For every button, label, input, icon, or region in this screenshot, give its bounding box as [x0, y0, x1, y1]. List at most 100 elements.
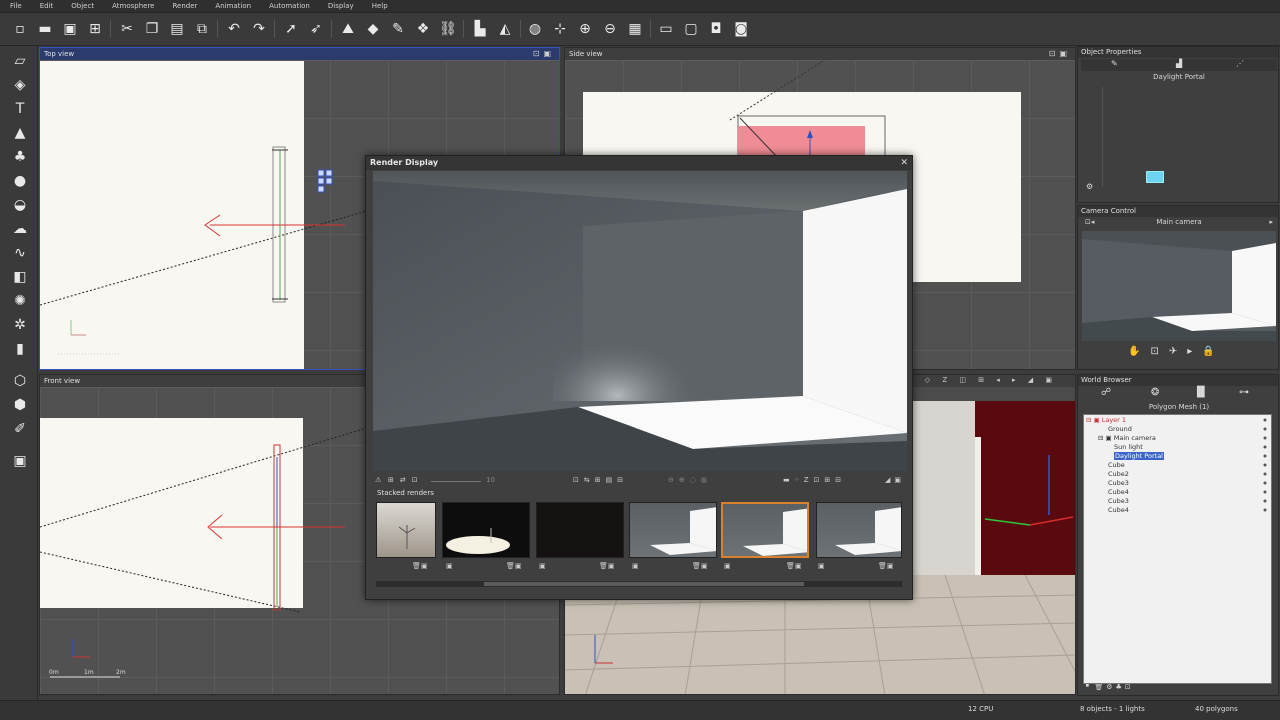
camera-selector[interactable]: ⊡◂ Main camera ▸: [1081, 218, 1277, 229]
save-icon[interactable]: ▣: [60, 19, 80, 39]
menu-help[interactable]: Help: [372, 2, 388, 10]
boolean-icon[interactable]: ⬡: [10, 371, 30, 391]
snap-icon[interactable]: ⊹: [550, 19, 570, 39]
menu-edit[interactable]: Edit: [40, 2, 54, 10]
rock-icon[interactable]: ●: [10, 171, 30, 191]
cut-icon[interactable]: ✂: [117, 19, 137, 39]
brush-icon[interactable]: ✐: [10, 419, 30, 439]
zoom-in-icon[interactable]: ⊕: [575, 19, 595, 39]
render-tools-icons[interactable]: ⊞⇄⊡: [388, 476, 424, 484]
terrain-icon[interactable]: ⛰: [338, 19, 358, 39]
tree-item[interactable]: Ground: [1108, 425, 1132, 433]
stacked-render-thumbnail[interactable]: [376, 502, 436, 558]
tree-item[interactable]: Cube3: [1108, 497, 1129, 505]
text-icon[interactable]: T: [10, 99, 30, 119]
objects-tab-icon[interactable]: ☍: [1101, 387, 1111, 398]
zoom-out-icon[interactable]: ⊖: [600, 19, 620, 39]
menu-file[interactable]: File: [10, 2, 22, 10]
redo-icon[interactable]: ↷: [249, 19, 269, 39]
thumbnail-delete-icon[interactable]: 🗑▣: [878, 562, 894, 572]
render-zoom-icons[interactable]: ⊖⊕◌◍: [668, 476, 712, 484]
animation-tab-icon[interactable]: ⋰: [1236, 59, 1244, 68]
viewport-controls-icon[interactable]: ⊡▣: [533, 48, 555, 60]
stacked-render-thumbnail[interactable]: [536, 502, 624, 558]
tree-item-selected[interactable]: Daylight Portal: [1114, 452, 1164, 460]
tree-item[interactable]: Cube: [1108, 461, 1125, 469]
close-icon[interactable]: ✕: [900, 156, 908, 170]
terrain-tool-icon[interactable]: ▲: [10, 123, 30, 143]
menu-object[interactable]: Object: [71, 2, 94, 10]
render-options-icons[interactable]: ◢▣: [885, 476, 905, 484]
menu-display[interactable]: Display: [328, 2, 354, 10]
scrollbar-thumb[interactable]: [484, 582, 804, 586]
menu-atmosphere[interactable]: Atmosphere: [112, 2, 154, 10]
tree-item[interactable]: Cube3: [1108, 479, 1129, 487]
object-icon[interactable]: ◆: [363, 19, 383, 39]
image-plane-icon[interactable]: ▮: [10, 339, 30, 359]
thumbnail-scrollbar[interactable]: [376, 581, 902, 587]
thumbnail-options-icon[interactable]: ▣: [724, 562, 731, 572]
tree-item[interactable]: Cube4: [1108, 506, 1129, 514]
next-camera-icon[interactable]: ▸: [1269, 218, 1273, 226]
camera-snapshot-icon[interactable]: ◙: [731, 19, 751, 39]
sphere-icon[interactable]: ◒: [10, 195, 30, 215]
settings-icon[interactable]: ⚙: [1086, 182, 1093, 191]
copy-icon[interactable]: ❐: [142, 19, 162, 39]
thumbnail-options-icon[interactable]: ▣: [446, 562, 453, 572]
light-icon[interactable]: ✺: [10, 291, 30, 311]
menu-animation[interactable]: Animation: [215, 2, 251, 10]
align-icon[interactable]: ▙: [470, 19, 490, 39]
thumbnail-delete-icon[interactable]: 🗑▣: [786, 562, 802, 572]
warning-icon[interactable]: ⚠: [375, 476, 381, 484]
cloud-icon[interactable]: ☁: [10, 219, 30, 239]
mirror-icon[interactable]: ◭: [495, 19, 515, 39]
materials-tab-icon[interactable]: ❂: [1151, 387, 1159, 398]
plant-icon[interactable]: ♣: [10, 147, 30, 167]
visibility-icons[interactable]: [1259, 415, 1271, 515]
render-frame-icon[interactable]: ▢: [681, 19, 701, 39]
save-as-icon[interactable]: ⊞: [85, 19, 105, 39]
render-display-window[interactable]: Render Display ✕ ⚠ ⊞⇄⊡ 10 ⊡⇆⊞▤⊟ ⊖⊕◌◍ ▬◦Z…: [365, 155, 913, 600]
primitive-icon[interactable]: ◧: [10, 267, 30, 287]
new-icon[interactable]: ▫: [10, 19, 30, 39]
render-action-icons[interactable]: ⊡⇆⊞▤⊟: [573, 476, 628, 484]
stacked-render-thumbnail[interactable]: [629, 502, 717, 558]
settings-icon[interactable]: ✲: [10, 315, 30, 335]
plane-icon[interactable]: ▱: [10, 51, 30, 71]
materials-icon[interactable]: ❖: [413, 19, 433, 39]
thumbnail-delete-icon[interactable]: 🗑▣: [412, 562, 428, 572]
graph-tab-icon[interactable]: ▟: [1176, 59, 1182, 68]
cube-icon[interactable]: ◈: [10, 75, 30, 95]
stacked-render-thumbnail[interactable]: [442, 502, 530, 558]
render-stack-icon[interactable]: ◘: [706, 19, 726, 39]
open-folder-icon[interactable]: ▬: [35, 19, 55, 39]
world-browser-tools[interactable]: ▘🗑⚙♣⊡: [1086, 683, 1134, 691]
camera-nav-icons[interactable]: ✋⊡✈▸🔒: [1128, 346, 1225, 357]
render-view-icons[interactable]: ▬◦Z⊡⊞⊟: [783, 476, 846, 484]
globe-icon[interactable]: ◍: [525, 19, 545, 39]
thumbnail-delete-icon[interactable]: 🗑▣: [692, 562, 708, 572]
stacked-render-thumbnail-selected[interactable]: [721, 502, 809, 558]
world-browser-tree[interactable]: ⊟ ▣ Layer 1 Ground ⊟ ▣ Main camera Sun l…: [1083, 414, 1272, 684]
menu-automation[interactable]: Automation: [269, 2, 310, 10]
light-swatch[interactable]: [1146, 171, 1164, 183]
select-icon[interactable]: ➚: [281, 19, 301, 39]
thumbnail-delete-icon[interactable]: 🗑▣: [599, 562, 615, 572]
undo-icon[interactable]: ↶: [224, 19, 244, 39]
viewport-toolbar-icons[interactable]: ⊡ ▢ ◇ Z ◫ ⊞ ◂ ▸ ◢ ▣: [888, 376, 1057, 384]
brush-tab-icon[interactable]: ✎: [1111, 59, 1118, 68]
thumbnail-options-icon[interactable]: ▣: [539, 562, 546, 572]
tree-item[interactable]: Cube4: [1108, 488, 1129, 496]
edit-object-icon[interactable]: ✎: [388, 19, 408, 39]
render-area-icon[interactable]: ▭: [656, 19, 676, 39]
duplicate-icon[interactable]: ⧉: [192, 19, 212, 39]
menu-render[interactable]: Render: [172, 2, 197, 10]
tree-item[interactable]: Cube2: [1108, 470, 1129, 478]
viewport-controls-icon[interactable]: ⊡▣: [1049, 48, 1071, 60]
thumbnail-options-icon[interactable]: ▣: [632, 562, 639, 572]
tree-layer[interactable]: ⊟ ▣ Layer 1: [1086, 416, 1126, 424]
textures-tab-icon[interactable]: ▐▌: [1193, 387, 1208, 398]
gizmo[interactable]: [965, 435, 1076, 555]
fit-icon[interactable]: ▦: [625, 19, 645, 39]
zoom-slider[interactable]: [431, 481, 481, 482]
